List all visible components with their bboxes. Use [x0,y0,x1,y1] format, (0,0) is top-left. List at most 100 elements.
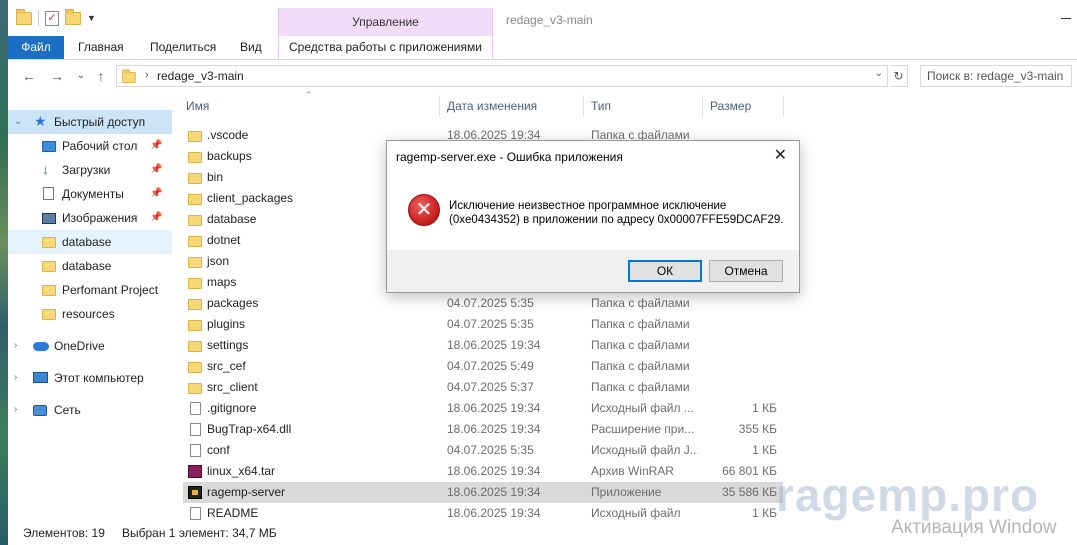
table-row[interactable]: linux_x64.tar 18.06.2025 19:34 Архив WinRA… [183,461,783,482]
dll-file-icon [190,423,201,436]
nav-item-documents[interactable]: Документы 📌 [8,182,172,206]
table-row[interactable]: conf 04.07.2025 5:35 Исходный файл J... 1 К… [183,440,783,461]
nav-item-perfomant-project[interactable]: Perfomant Project [8,278,172,302]
tab-share[interactable]: Поделиться [140,36,226,59]
file-icon [190,507,201,520]
table-row[interactable]: src_client 04.07.2025 5:37 Папка с файлами [183,377,783,398]
table-row[interactable]: src_cef 04.07.2025 5:49 Папка с файлами [183,356,783,377]
dialog-title: ragemp-server.exe - Ошибка приложения [396,150,623,164]
folder-icon [188,362,202,373]
tab-home[interactable]: Главная [68,36,134,59]
table-row[interactable]: settings 18.06.2025 19:34 Папка с файлами [183,335,783,356]
folder-icon [42,237,56,248]
activation-watermark: Активация Window [891,517,1057,538]
nav-item-downloads[interactable]: ↓ Загрузки 📌 [8,158,172,182]
pin-icon[interactable]: 📌 [150,182,162,206]
chevron-down-icon[interactable]: ⌄ [14,110,22,134]
folder-icon [188,341,202,352]
refresh-icon[interactable]: ↻ [890,65,908,87]
chevron-right-icon[interactable]: › [14,366,17,390]
column-date[interactable]: Дата изменения [447,99,537,113]
nav-label: Этот компьютер [54,371,144,385]
nav-item-database[interactable]: database [8,230,172,254]
nav-label: OneDrive [54,339,105,353]
nav-quick-access[interactable]: ⌄ ★ Быстрый доступ [8,110,172,134]
close-icon[interactable]: ✕ [774,147,787,165]
new-folder-icon[interactable] [65,8,81,25]
nav-item-resources[interactable]: resources [8,302,172,326]
table-row[interactable]: plugins 04.07.2025 5:35 Папка с файлами [183,314,783,335]
table-row[interactable]: BugTrap-x64.dll 18.06.2025 19:34 Расширени… [183,419,783,440]
file-date: 18.06.2025 19:34 [447,422,541,436]
cancel-button[interactable]: Отмена [709,260,783,282]
error-message-line: Исключение неизвестное программное исклю… [449,200,727,212]
customize-toolbar-icon[interactable]: ▼ [87,13,96,23]
file-date: 18.06.2025 19:34 [447,506,541,520]
column-headers: ⌃ Имя Дата изменения Тип Размер [183,90,803,120]
file-name: src_cef [207,359,246,373]
error-message-line: (0xe0434352) в приложении по адресу 0x00… [449,214,784,226]
back-icon[interactable]: ← [20,67,38,85]
file-type: Папка с файлами [591,359,690,373]
file-type: Архив WinRAR [591,464,674,478]
pin-icon[interactable]: 📌 [150,206,162,230]
nav-label: Быстрый доступ [54,115,146,129]
up-icon[interactable]: ↑ [92,67,110,85]
column-type[interactable]: Тип [591,99,611,113]
column-divider[interactable] [783,95,784,117]
nav-label: Загрузки [62,163,111,177]
file-type: Расширение при... [591,422,695,436]
pin-icon[interactable]: 📌 [150,134,162,158]
search-input[interactable]: Поиск в: redage_v3-main [920,65,1072,87]
column-size[interactable]: Размер [710,99,751,113]
download-icon: ↓ [42,161,49,177]
tab-view[interactable]: Вид [230,36,272,59]
properties-icon[interactable]: ✓ [45,10,59,26]
nav-label: Изображения [62,211,138,225]
table-row[interactable]: packages 04.07.2025 5:35 Папка с файлами [183,293,783,314]
navigation-bar: ← → ⌄ ↑ › redage_v3-main ⌄ ↻ Поиск в: re… [8,61,1077,91]
column-name[interactable]: Имя [186,99,209,113]
desktop-background [0,0,8,545]
tab-app-tools[interactable]: Средства работы с приложениями [278,36,493,59]
quick-access-toolbar: ✓ ▼ [16,8,96,26]
file-date: 04.07.2025 5:35 [447,443,534,457]
breadcrumb[interactable]: redage_v3-main [157,69,244,83]
table-row[interactable]: ragemp-server 18.06.2025 19:34 Приложение 3… [183,482,783,503]
column-divider[interactable] [702,95,703,117]
minimize-button[interactable] [1061,18,1071,19]
recent-locations-icon[interactable]: ⌄ [72,67,90,85]
folder-icon [188,215,202,226]
nav-item-pictures[interactable]: Изображения 📌 [8,206,172,230]
folder-icon [188,320,202,331]
table-row[interactable]: README 18.06.2025 19:34 Исходный файл 1 КБ [183,503,783,524]
tab-file[interactable]: Файл [8,36,64,59]
pin-icon[interactable]: 📌 [150,158,162,182]
file-name: conf [207,443,230,457]
file-name: bin [207,170,224,184]
star-icon: ★ [34,113,47,129]
column-divider[interactable] [439,95,440,117]
file-name: dotnet [207,233,241,247]
forward-icon[interactable]: → [48,67,66,85]
file-size: 1 КБ [752,506,777,520]
nav-onedrive[interactable]: › OneDrive [8,334,172,358]
nav-this-pc[interactable]: › Этот компьютер [8,366,172,390]
ok-button[interactable]: ОК [628,260,702,282]
nav-item-database-2[interactable]: database [8,254,172,278]
file-date: 18.06.2025 19:34 [447,401,541,415]
chevron-right-icon[interactable]: › [145,69,149,81]
nav-label: Рабочий стол [62,139,138,153]
title-bar: ✓ ▼ Управление redage_v3-main [8,0,1077,36]
chevron-right-icon[interactable]: › [14,334,17,358]
chevron-right-icon[interactable]: › [14,398,17,422]
nav-item-desktop[interactable]: Рабочий стол 📌 [8,134,172,158]
table-row[interactable]: .gitignore 18.06.2025 19:34 Исходный файл … [183,398,783,419]
chevron-down-icon[interactable]: ⌄ [875,68,883,79]
nav-network[interactable]: › Сеть [8,398,172,422]
column-divider[interactable] [583,95,584,117]
config-file-icon [190,402,201,415]
address-bar[interactable]: › redage_v3-main ⌄ [116,65,888,87]
computer-icon [33,372,48,383]
file-name: maps [207,275,237,289]
